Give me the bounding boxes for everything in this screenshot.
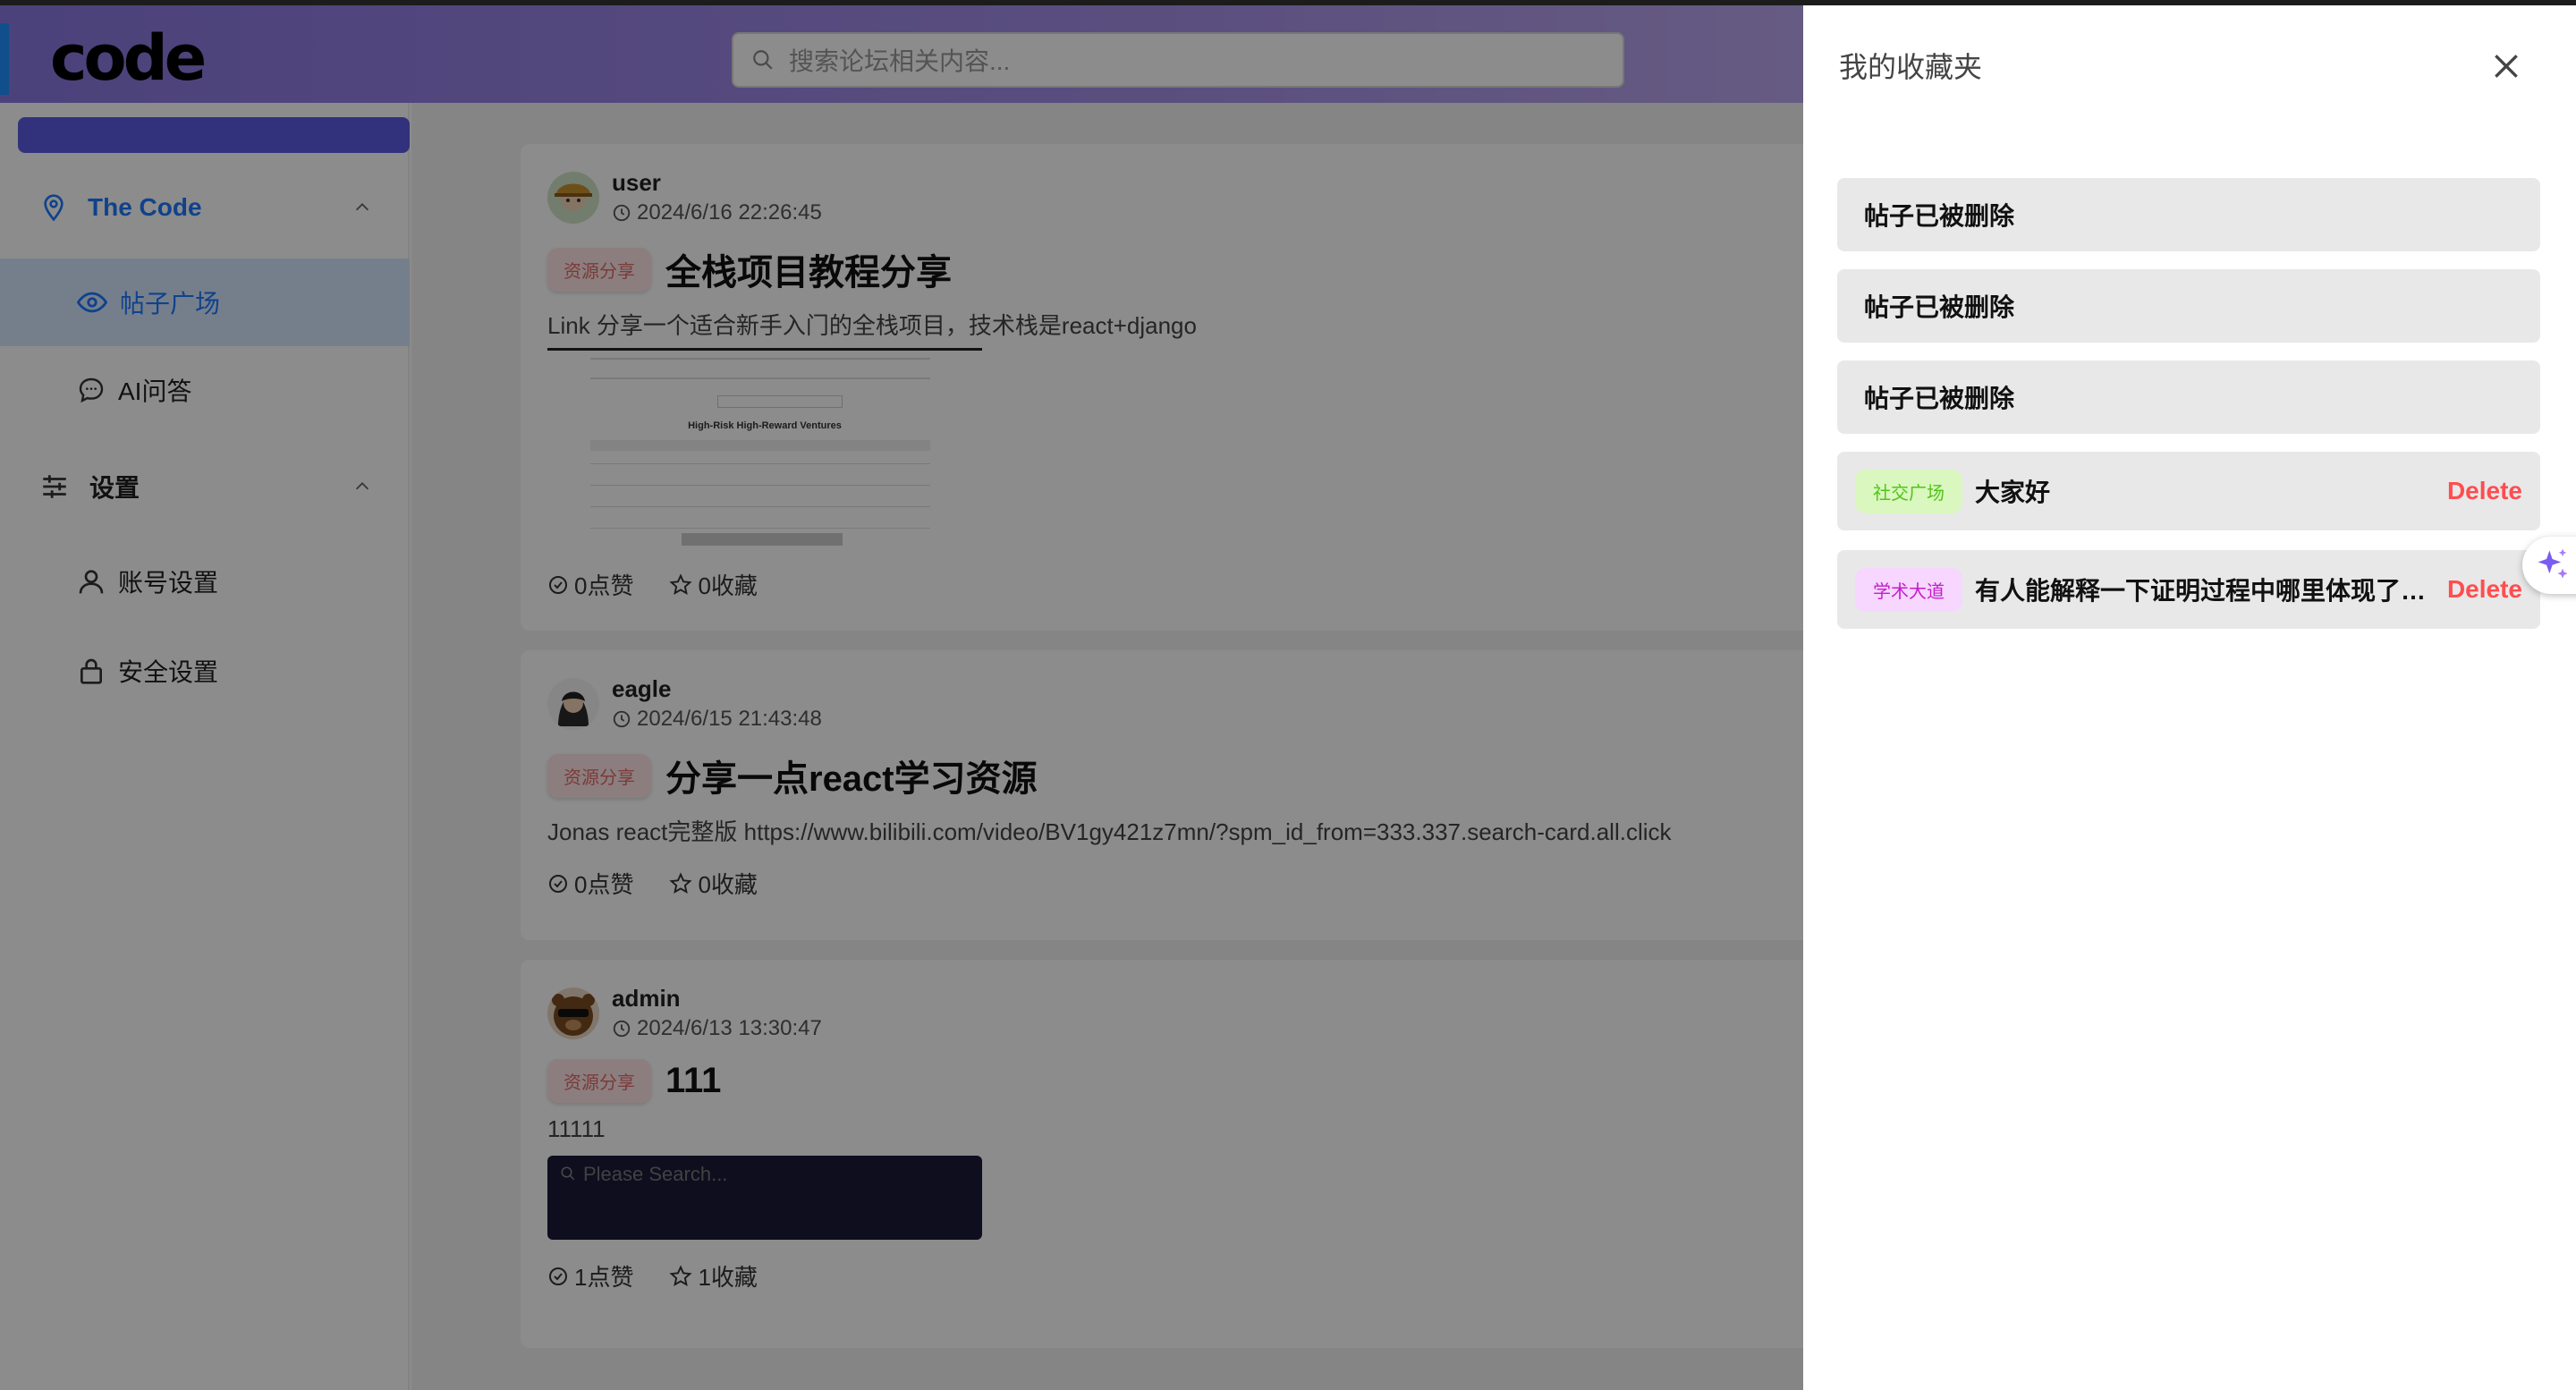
favorites-drawer: 我的收藏夹 帖子已被删除 帖子已被删除 帖子已被删除 社交广场 大家好 Dele… <box>1803 5 2576 1390</box>
delete-button[interactable]: Delete <box>2447 575 2522 604</box>
favorite-item-text: 帖子已被删除 <box>1864 202 2015 230</box>
sparkle-icon <box>2538 548 2568 579</box>
favorite-item-text: 帖子已被删除 <box>1864 293 2015 321</box>
favorite-item[interactable]: 帖子已被删除 <box>1837 269 2540 343</box>
favorite-item-tag[interactable]: 社交广场 <box>1855 469 1962 513</box>
app-root: code 搜索论坛相关内容... The Code 帖子广场 AI问答 设置 账… <box>0 0 2576 1390</box>
favorite-item-text[interactable]: 大家好 <box>1975 473 2050 509</box>
favorite-item-text: 帖子已被删除 <box>1864 385 2015 412</box>
favorite-item[interactable]: 帖子已被删除 <box>1837 360 2540 434</box>
favorite-item[interactable]: 社交广场 大家好 Delete <box>1837 452 2540 530</box>
favorite-item[interactable]: 帖子已被删除 <box>1837 178 2540 251</box>
favorite-item-text[interactable]: 有人能解释一下证明过程中哪里体现了对称性吗？ <box>1975 572 2440 607</box>
close-icon[interactable] <box>2488 48 2524 84</box>
drawer-title: 我的收藏夹 <box>1839 51 1983 83</box>
delete-button[interactable]: Delete <box>2447 477 2522 505</box>
favorite-item-tag[interactable]: 学术大道 <box>1855 567 1962 612</box>
favorite-item[interactable]: 学术大道 有人能解释一下证明过程中哪里体现了对称性吗？ Delete <box>1837 550 2540 629</box>
ai-assistant-button[interactable] <box>2522 537 2576 594</box>
